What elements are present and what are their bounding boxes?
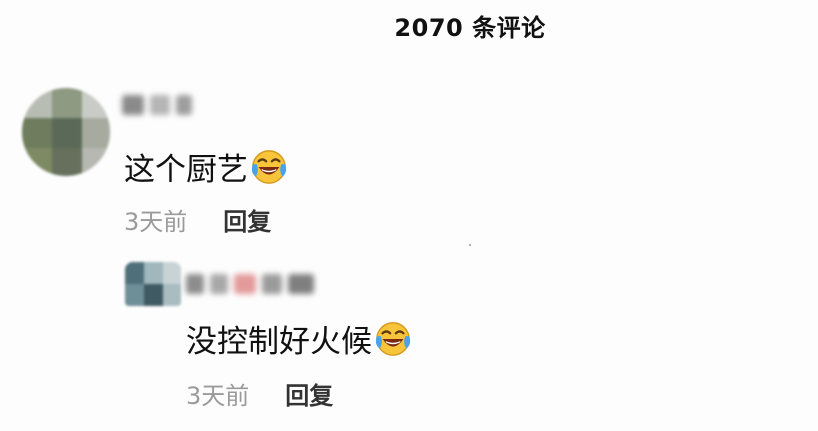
divider-dot <box>469 244 471 246</box>
comment-meta: 3天前 回复 <box>124 202 271 237</box>
laughing-tears-icon <box>251 149 287 184</box>
username-blurred[interactable] <box>122 93 192 117</box>
username-blurred[interactable] <box>186 272 314 296</box>
comment-body: 这个厨艺 <box>124 152 248 188</box>
reply-button[interactable]: 回复 <box>285 376 333 411</box>
laughing-tears-icon <box>375 321 411 356</box>
reply-button[interactable]: 回复 <box>223 202 271 237</box>
comment-text: 没控制好火候 <box>186 316 412 361</box>
comment-timestamp: 3天前 <box>186 382 250 410</box>
comment-meta: 3天前 回复 <box>186 376 333 411</box>
comment-timestamp: 3天前 <box>124 208 188 236</box>
comment-text: 这个厨艺 <box>124 144 288 189</box>
avatar[interactable] <box>22 88 110 176</box>
comments-panel: 2070 条评论 这个厨艺 3天前 回复 没控制好火候 3天前 回复 <box>0 0 818 431</box>
comment-body: 没控制好火候 <box>186 324 372 360</box>
avatar[interactable] <box>125 262 181 306</box>
comment-count-title: 2070 条评论 <box>394 14 546 42</box>
